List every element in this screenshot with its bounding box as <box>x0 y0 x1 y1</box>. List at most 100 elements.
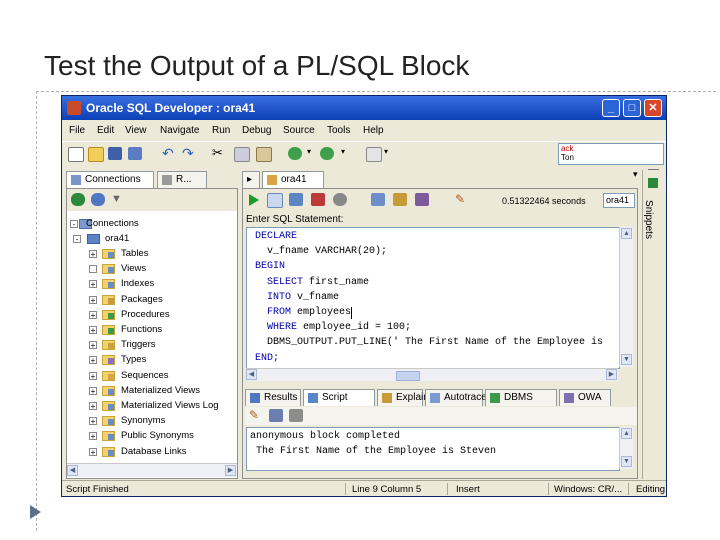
menu-navigate[interactable]: Navigate <box>160 125 199 136</box>
tab-ora41[interactable]: ora41 <box>262 171 324 188</box>
scroll-right-icon[interactable]: ▶ <box>606 369 617 380</box>
expand-icon[interactable]: + <box>89 371 97 380</box>
menu-edit[interactable]: Edit <box>97 125 114 136</box>
forward-dropdown-icon[interactable]: ▾ <box>341 147 355 160</box>
maximize-button[interactable]: □ <box>623 99 641 117</box>
paste-icon[interactable] <box>256 147 272 162</box>
object-type-icon <box>108 282 114 289</box>
history-icon[interactable] <box>415 193 429 206</box>
expand-icon[interactable]: + <box>89 447 97 456</box>
scroll-down-icon[interactable]: ▼ <box>621 354 632 365</box>
tab-reports[interactable]: R... <box>157 171 207 188</box>
expand-icon[interactable]: + <box>89 310 97 319</box>
scroll-left-icon[interactable]: ◀ <box>246 369 257 380</box>
expand-icon[interactable]: + <box>89 417 97 426</box>
output-vertical-scrollbar[interactable]: ▲ ▼ <box>619 427 633 469</box>
text-cursor <box>351 307 352 319</box>
editor-tabs: ▸ ora41 <box>242 171 542 189</box>
execution-time: 0.51322464 seconds <box>502 196 586 206</box>
explain-plan-icon[interactable] <box>371 193 385 206</box>
scroll-left-icon[interactable]: ◀ <box>67 465 78 476</box>
expand-icon[interactable]: + <box>89 386 97 395</box>
forward-icon[interactable] <box>320 147 334 160</box>
left-horizontal-scrollbar[interactable]: ◀ ▶ <box>67 463 237 477</box>
tab-reports-label: R... <box>176 174 192 185</box>
tab-connections[interactable]: Connections <box>66 171 154 188</box>
tab-autotrace[interactable]: Autotrace <box>425 389 487 406</box>
cut-icon[interactable]: ✂ <box>212 146 226 160</box>
collapse-icon[interactable]: - <box>70 220 78 229</box>
back-dropdown-icon[interactable]: ▾ <box>307 147 321 160</box>
menu-view[interactable]: View <box>125 125 147 136</box>
print-output-icon[interactable] <box>289 409 303 422</box>
menu-help[interactable]: Help <box>363 125 384 136</box>
save-all-icon[interactable] <box>128 147 142 160</box>
title-bar[interactable]: Oracle SQL Developer : ora41 _ □ ✕ <box>62 96 666 120</box>
code-line: BEGIN <box>255 261 285 272</box>
autotrace-icon[interactable] <box>393 193 407 206</box>
collapse-icon[interactable]: - <box>73 235 81 244</box>
sql-editor[interactable]: DECLARE v_fname VARCHAR(20); BEGIN SELECT… <box>246 227 620 369</box>
minimize-button[interactable]: _ <box>602 99 620 117</box>
expand-icon[interactable]: + <box>89 356 97 365</box>
tab-dbms-output[interactable]: DBMS Output <box>485 389 557 419</box>
object-type-icon <box>108 373 114 380</box>
expand-icon[interactable]: + <box>89 280 97 289</box>
expand-icon[interactable]: + <box>89 341 97 350</box>
back-icon[interactable] <box>288 147 302 160</box>
expand-icon[interactable]: + <box>89 326 97 335</box>
menu-tools[interactable]: Tools <box>327 125 350 136</box>
run-script-icon[interactable] <box>267 193 283 208</box>
undo-icon[interactable]: ↶ <box>162 146 176 160</box>
editor-tab-scroll[interactable]: ▸ <box>242 171 260 188</box>
connections-panel: ▼ - Connections - ora41 + Tables Views + Ind… <box>66 188 238 479</box>
save-output-icon[interactable] <box>269 409 283 422</box>
close-button[interactable]: ✕ <box>644 99 662 117</box>
menu-run[interactable]: Run <box>212 125 230 136</box>
open-folder-icon[interactable] <box>88 147 104 162</box>
editor-vertical-scrollbar[interactable]: ▲ ▼ <box>619 227 633 367</box>
tab-script-output[interactable]: Script Output <box>303 389 375 419</box>
menu-file[interactable]: File <box>69 125 85 136</box>
menu-source[interactable]: Source <box>283 125 315 136</box>
tab-owa-output[interactable]: OWA C... <box>559 389 611 419</box>
tab-results[interactable]: Results <box>245 389 301 406</box>
redo-icon[interactable]: ↷ <box>182 146 196 160</box>
connection-select[interactable]: ora41 <box>603 193 635 208</box>
menu-debug[interactable]: Debug <box>242 125 271 136</box>
clear-output-icon[interactable]: ✎ <box>249 409 263 422</box>
copy-icon[interactable] <box>234 147 250 162</box>
editor-horizontal-scrollbar[interactable]: ◀ ▶ <box>246 368 618 381</box>
tab-explain[interactable]: Explain <box>377 389 429 406</box>
expand-icon[interactable]: + <box>89 432 97 441</box>
scroll-up-icon[interactable]: ▲ <box>621 228 632 239</box>
refresh-icon[interactable] <box>91 193 105 206</box>
snippets-sidebar[interactable]: Snippets <box>642 170 665 479</box>
expand-icon[interactable] <box>89 265 97 274</box>
expand-icon[interactable]: + <box>89 295 97 304</box>
rollback-icon[interactable] <box>311 193 325 206</box>
search-input[interactable]: ack Ton <box>558 143 664 165</box>
connections-toolbar: ▼ <box>67 189 237 211</box>
expand-icon[interactable]: + <box>89 250 97 259</box>
dbms-output-icon <box>490 393 500 403</box>
new-icon[interactable] <box>68 147 84 162</box>
commit-icon[interactable] <box>289 193 303 206</box>
cancel-icon[interactable] <box>333 193 347 206</box>
expand-icon[interactable]: + <box>89 402 97 411</box>
scroll-right-icon[interactable]: ▶ <box>225 465 236 476</box>
scroll-down-icon[interactable]: ▼ <box>621 456 632 467</box>
scroll-thumb[interactable] <box>396 371 420 381</box>
status-bar: Script Finished Line 9 Column 5 Insert W… <box>62 480 666 497</box>
add-connection-icon[interactable] <box>71 193 85 206</box>
sql-worksheet-icon[interactable] <box>366 147 382 162</box>
scroll-up-icon[interactable]: ▲ <box>621 428 632 439</box>
save-icon[interactable] <box>108 147 122 160</box>
status-separator <box>345 483 346 495</box>
filter-icon[interactable]: ▼ <box>111 193 125 206</box>
panel-min-icon[interactable]: ▾ <box>633 169 638 180</box>
results-tabs: Results Script Output Explain AutotraceDBMS… <box>245 389 637 419</box>
clear-icon[interactable]: ✎ <box>455 193 469 206</box>
run-statement-icon[interactable] <box>249 194 259 206</box>
sql-dropdown-icon[interactable]: ▾ <box>384 147 398 160</box>
